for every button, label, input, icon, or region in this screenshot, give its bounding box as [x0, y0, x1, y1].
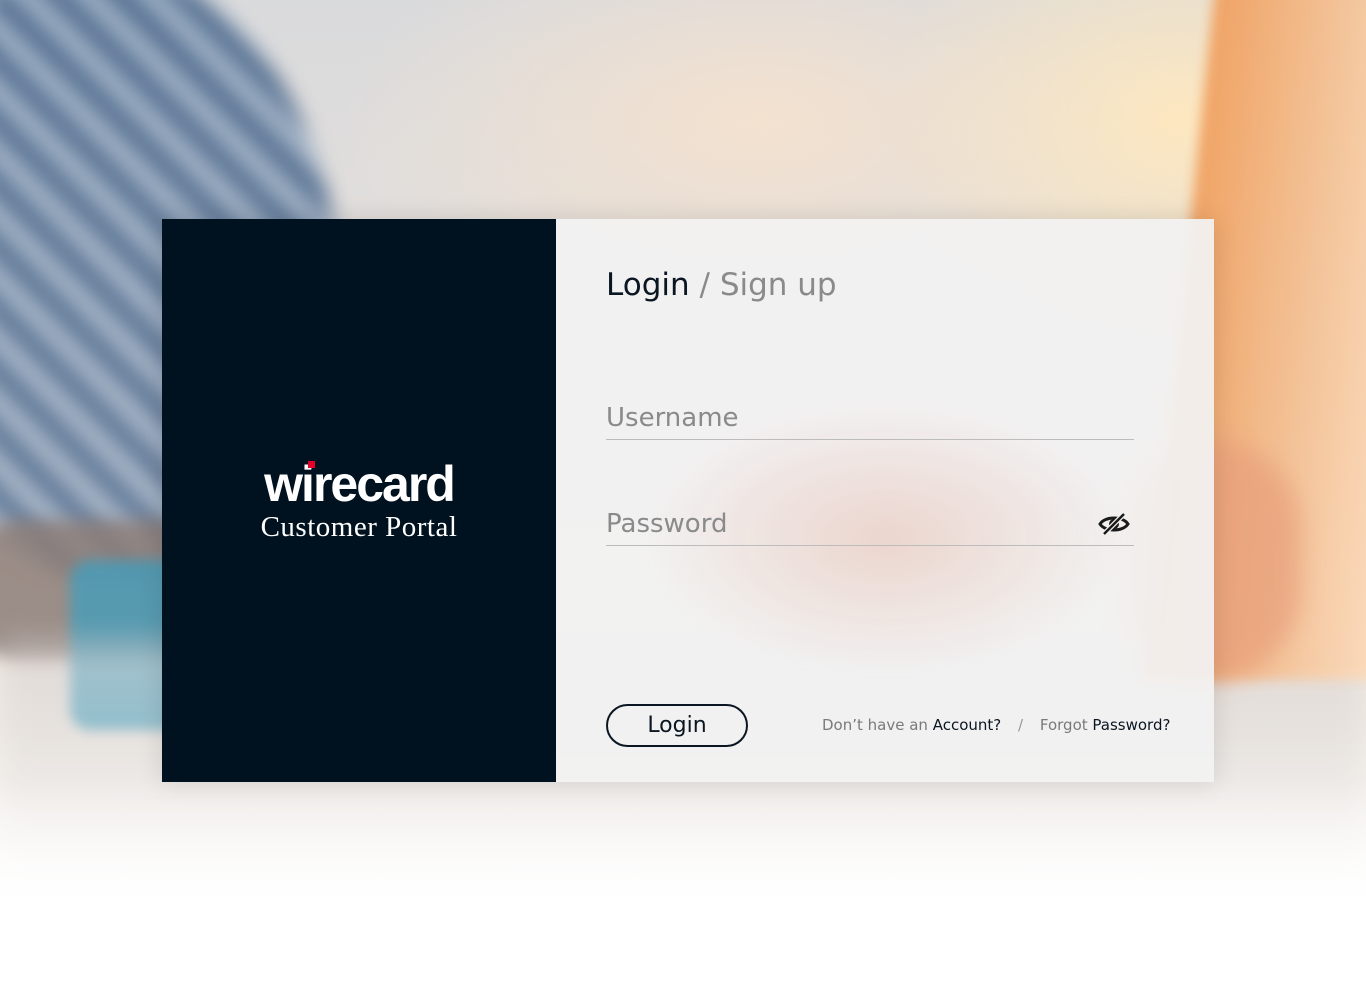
forgot-prefix: Forgot: [1039, 716, 1088, 734]
password-field-wrapper: [606, 505, 1134, 546]
username-field-wrapper: [606, 399, 1134, 440]
eye-slash-icon[interactable]: [1098, 512, 1130, 536]
portal-subtitle: Customer Portal: [260, 510, 458, 543]
logo-text: wirecard: [264, 455, 456, 512]
login-button[interactable]: Login: [606, 704, 748, 747]
auth-heading: Login / Sign up: [606, 265, 837, 305]
password-input[interactable]: [606, 505, 1076, 543]
heading-separator: /: [699, 267, 710, 303]
page: wirecard Customer Portal Login / Sign up: [0, 0, 1366, 1000]
login-form-panel: Login / Sign up Login Don’t have an: [556, 219, 1214, 782]
brand-panel: wirecard Customer Portal: [162, 219, 556, 782]
login-card: wirecard Customer Portal Login / Sign up: [162, 219, 1214, 782]
create-account-link[interactable]: Account?: [933, 716, 1002, 734]
tab-login[interactable]: Login: [606, 267, 690, 303]
brand-logo-block: wirecard Customer Portal: [261, 459, 458, 543]
logo-accent-dot: [308, 460, 316, 468]
forgot-password-link[interactable]: Password?: [1092, 716, 1170, 734]
account-prefix: Don’t have an: [822, 716, 928, 734]
username-input[interactable]: [606, 399, 1076, 437]
links-separator: /: [1018, 716, 1024, 734]
tab-sign-up[interactable]: Sign up: [720, 267, 837, 303]
wirecard-logo: wirecard: [264, 455, 456, 512]
auth-links: Don’t have an Account? / Forgot Password…: [822, 716, 1170, 734]
